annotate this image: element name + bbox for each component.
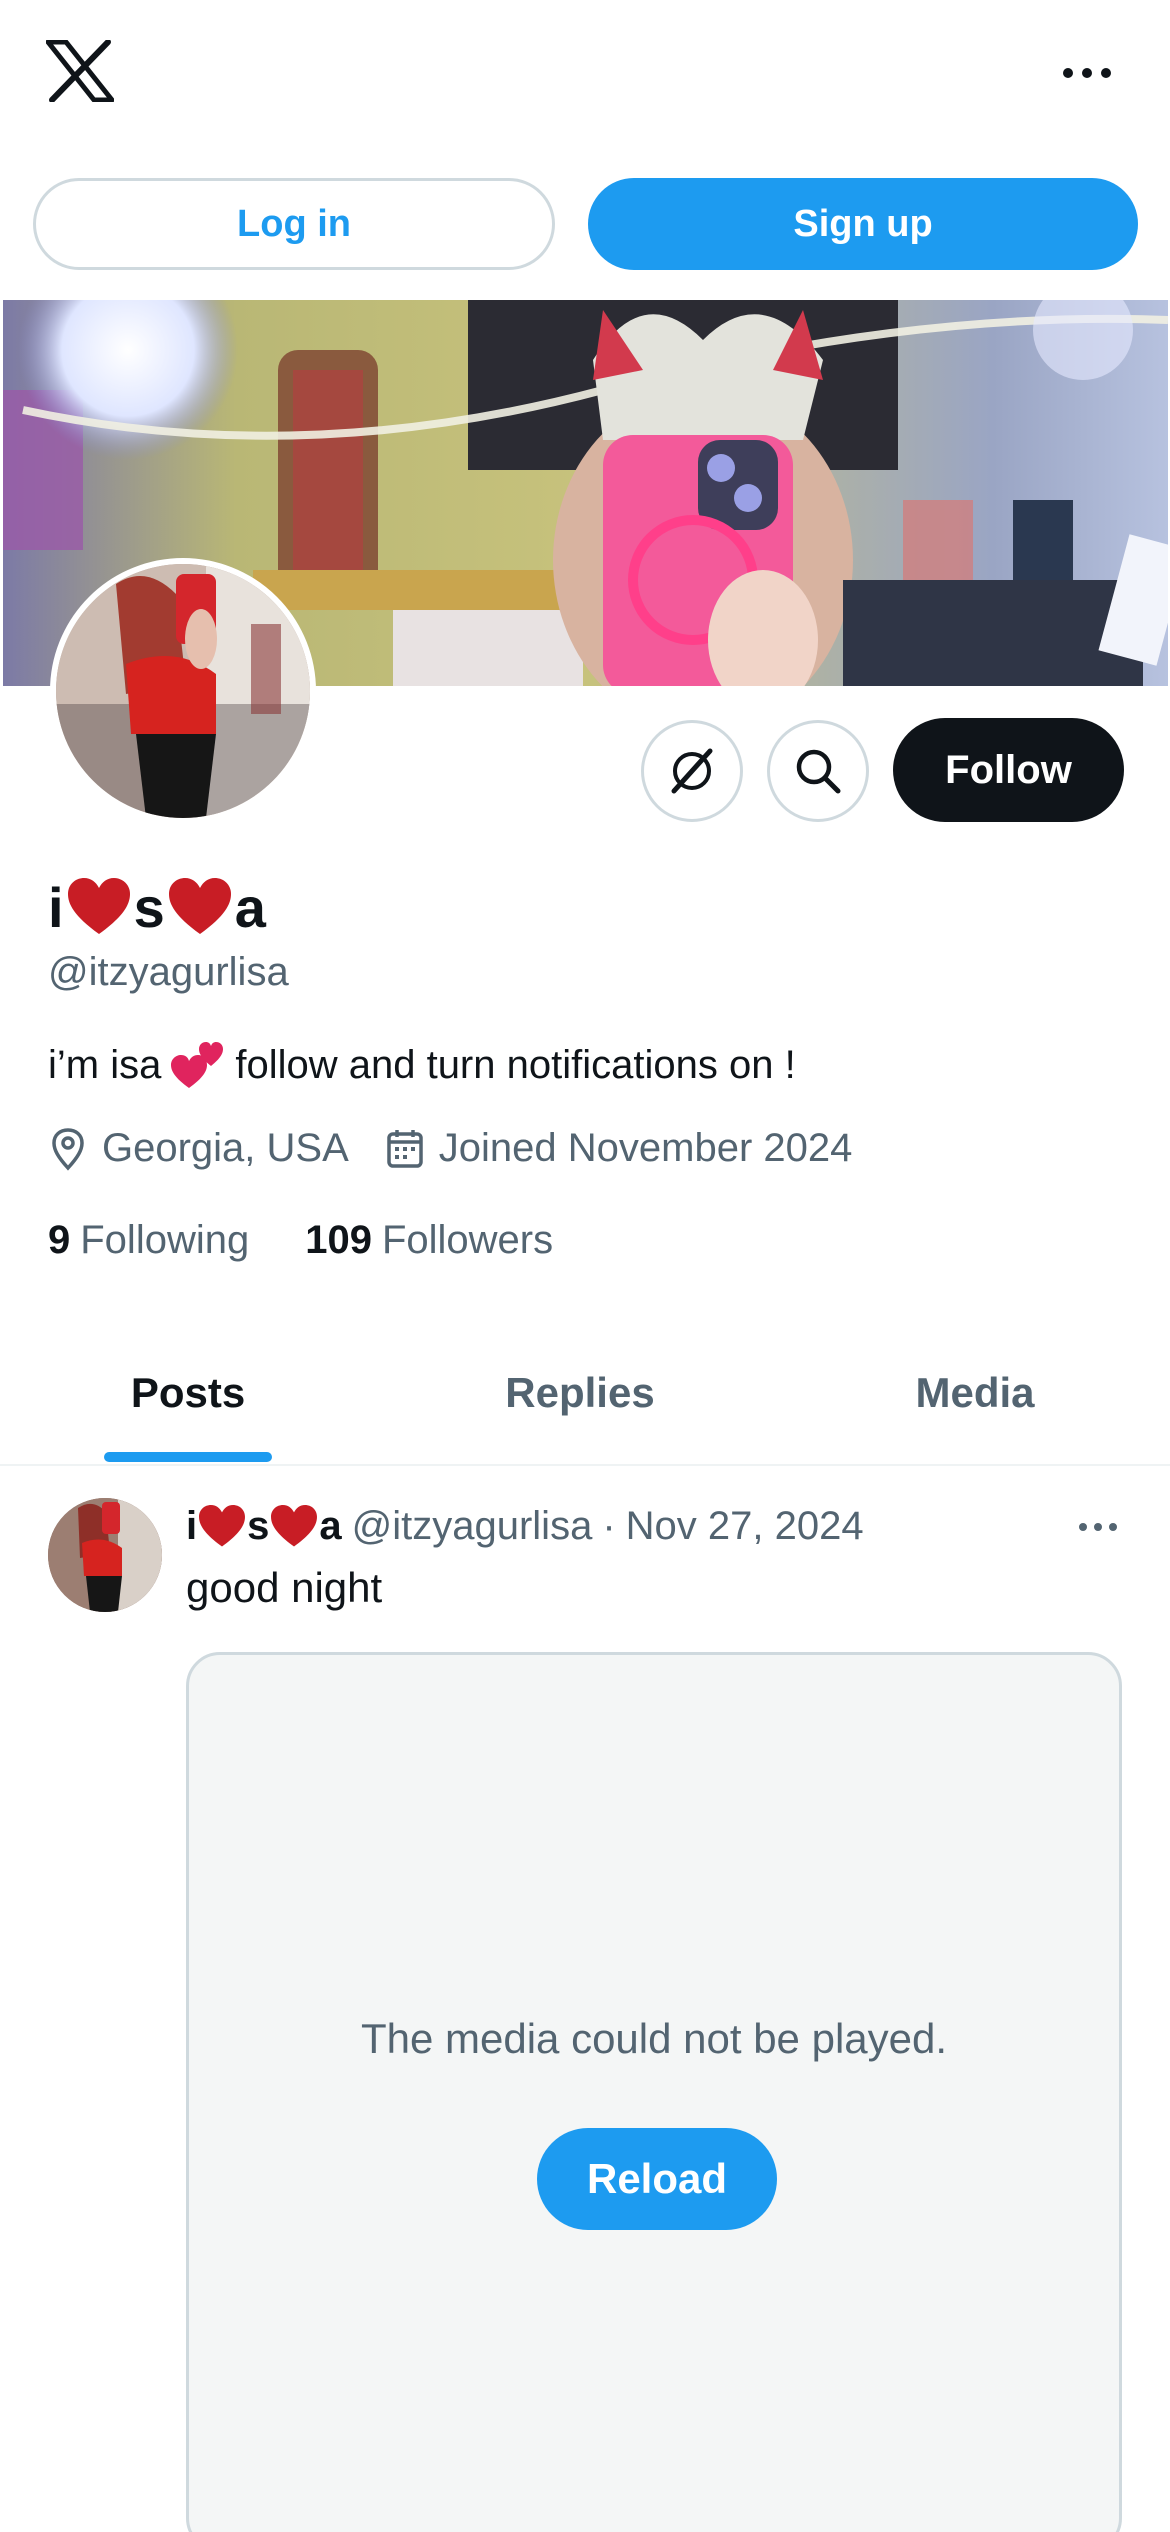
profile-avatar[interactable] [50, 558, 316, 824]
tab-replies[interactable]: Replies [390, 1320, 770, 1466]
name-part: s [247, 1503, 270, 1548]
tab-media[interactable]: Media [780, 1320, 1170, 1466]
bio-text-start: i’m isa [48, 1042, 162, 1087]
red-heart-icon [271, 1504, 318, 1547]
login-button[interactable]: Log in [33, 178, 555, 270]
profile-meta: Georgia, USA Joined November 2024 [48, 1126, 852, 1171]
x-logo-icon[interactable] [46, 40, 114, 102]
search-icon[interactable] [767, 720, 869, 822]
post-author-name[interactable]: i s a [186, 1504, 342, 1549]
followers-link[interactable]: 109 Followers [305, 1218, 553, 1263]
active-tab-indicator [104, 1452, 272, 1462]
location-text: Georgia, USA [102, 1126, 349, 1170]
red-heart-icon [168, 878, 231, 934]
post-text: good night [186, 1564, 383, 1611]
location-item: Georgia, USA [48, 1126, 349, 1171]
tab-posts[interactable]: Posts [0, 1320, 376, 1466]
joined-text: Joined November 2024 [438, 1126, 853, 1170]
post-author-handle[interactable]: @itzyagurlisa [352, 1504, 593, 1549]
grok-icon[interactable] [641, 720, 743, 822]
red-heart-icon [67, 878, 130, 934]
following-label: Following [80, 1218, 250, 1262]
name-part: i [48, 875, 64, 939]
followers-count: 109 [305, 1218, 372, 1262]
follow-counts: 9 Following 109 Followers [48, 1218, 553, 1263]
profile-tabs: Posts Replies Media [0, 1320, 1170, 1466]
name-part: s [133, 875, 165, 939]
post-media-container: The media could not be played. Reload [186, 1652, 1122, 2532]
follow-button[interactable]: Follow [893, 718, 1124, 822]
profile-handle: @itzyagurlisa [48, 950, 289, 994]
profile-bio: i’m isa follow and turn notifications on… [48, 1040, 796, 1090]
followers-label: Followers [381, 1218, 554, 1262]
location-pin-icon [52, 1127, 84, 1171]
reload-button[interactable]: Reload [537, 2128, 777, 2230]
post-separator: · [602, 1503, 616, 1548]
two-hearts-icon [171, 1042, 224, 1088]
post-date[interactable]: Nov 27, 2024 [626, 1504, 864, 1549]
following-link[interactable]: 9 Following [48, 1218, 249, 1263]
name-part: a [319, 1503, 342, 1548]
signup-button[interactable]: Sign up [588, 178, 1138, 270]
profile-display-name: i s a [48, 872, 266, 942]
name-part: i [186, 1503, 198, 1548]
top-bar [0, 0, 1170, 150]
joined-item: Joined November 2024 [385, 1126, 853, 1171]
post-header: i s a @itzyagurlisa · Nov 27, 2024 [186, 1496, 864, 1556]
more-options-icon[interactable] [1052, 58, 1122, 88]
following-count: 9 [48, 1218, 71, 1262]
calendar-icon [387, 1129, 423, 1168]
post-author-avatar[interactable] [48, 1498, 162, 1612]
name-part: a [234, 875, 266, 939]
media-error-message: The media could not be played. [360, 2015, 948, 2062]
bio-text-end: follow and turn notifications on ! [235, 1042, 796, 1087]
red-heart-icon [199, 1504, 246, 1547]
post-more-icon[interactable] [1070, 1512, 1126, 1542]
